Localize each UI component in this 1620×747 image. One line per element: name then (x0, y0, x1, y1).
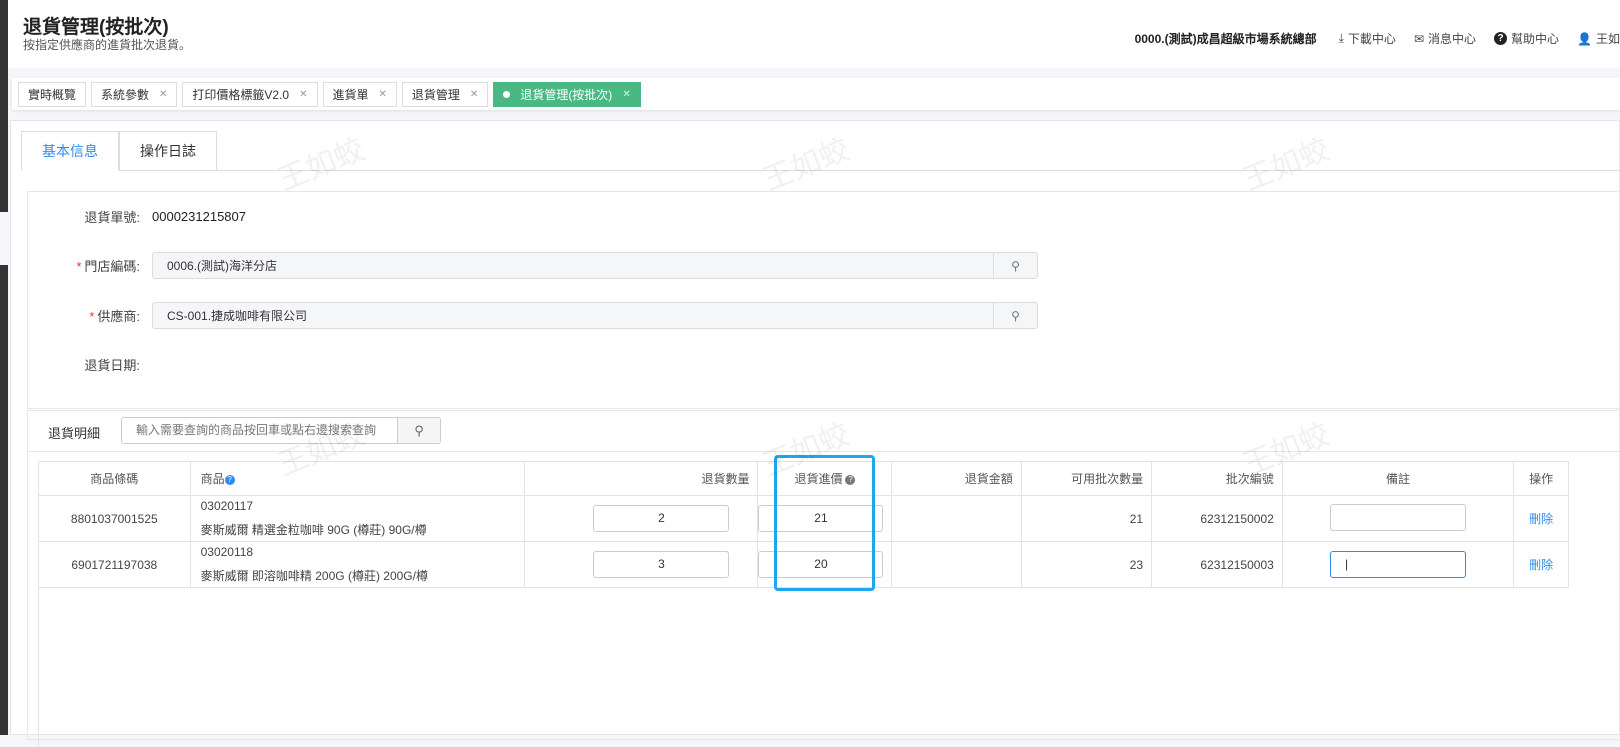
return-no-label: 退貨單號: (84, 209, 140, 225)
user-icon: 👤 (1577, 31, 1592, 46)
page-tab-print-labels[interactable]: 打印價格標籤V2.0 ✕ (182, 81, 318, 107)
page-tab-overview[interactable]: 實時概覽 (18, 81, 87, 107)
store-label: * 門店編碼: (76, 259, 140, 274)
tab-basic-info[interactable]: 基本信息 (21, 131, 119, 171)
help-icon: ? (224, 474, 235, 485)
download-center-link[interactable]: ⤓ 下載中心 (1339, 30, 1396, 47)
return-date-label: 退貨日期: (84, 358, 140, 373)
help-icon: ? (1494, 32, 1508, 45)
qty-input[interactable]: 3 (593, 551, 730, 578)
page-title: 退貨管理(按批次) (23, 17, 169, 38)
supplier-label: * 供應商: (89, 309, 140, 324)
delete-link[interactable]: 刪除 (1529, 558, 1553, 572)
close-icon[interactable]: ✕ (299, 89, 307, 100)
product-search[interactable]: 輸入需要查詢的商品按回車或點右邊搜索查詢 ⚲ (121, 417, 441, 444)
basic-info-form: 退貨單號: 0000231215807 * 門店編碼: 0006.(測試)海洋分店… (27, 191, 1620, 409)
active-dot-icon (503, 90, 511, 98)
user-menu[interactable]: 👤 王如 (1577, 30, 1620, 47)
close-icon[interactable]: ✕ (379, 89, 387, 100)
tab-operation-log[interactable]: 操作日誌 (119, 131, 217, 171)
col-action: 操作 (1513, 461, 1569, 496)
remark-input[interactable] (1330, 503, 1466, 531)
org-name: 0000.(測試)成昌超級市場系統總部 (1134, 32, 1317, 46)
delete-link[interactable]: 刪除 (1529, 512, 1553, 526)
supplier-field[interactable]: CS-001.捷成咖啡有限公司 ⚲ (152, 302, 1038, 329)
col-available: 可用批次數量 (1020, 461, 1153, 496)
col-qty: 退貨數量 (523, 461, 759, 496)
highlight-box (774, 455, 875, 591)
return-no-value: 0000231215807 (152, 208, 246, 224)
message-center-link[interactable]: ✉ 消息中心 (1414, 30, 1476, 47)
col-batch: 批次編號 (1151, 461, 1283, 496)
left-edge (0, 0, 8, 212)
product-search-input[interactable]: 輸入需要查詢的商品按回車或點右邊搜索查詢 (122, 418, 397, 443)
close-icon[interactable]: ✕ (159, 89, 167, 100)
page-tab-strip: 實時概覽 系統參數 ✕ 打印價格標籤V2.0 ✕ 進貨單 ✕ 退貨管理 ✕ 退貨管理(按… (12, 78, 1620, 110)
remark-input[interactable]: | (1330, 551, 1466, 578)
help-center-link[interactable]: ? 幫助中心 (1494, 30, 1559, 47)
col-product: 商品? (189, 461, 525, 496)
qty-input[interactable]: 2 (593, 505, 730, 532)
page-tab-system-params[interactable]: 系統參數 ✕ (91, 81, 178, 107)
search-icon[interactable]: ⚲ (993, 303, 1037, 328)
page-subtitle: 按指定供應商的進貨批次退貨。 (23, 38, 192, 52)
detail-title: 退貨明細 (48, 426, 101, 441)
col-amount: 退貨金額 (891, 461, 1022, 496)
search-icon[interactable]: ⚲ (993, 253, 1037, 278)
content-card: 基本信息 操作日誌 退貨單號: 0000231215807 * 門店編碼: 000… (10, 120, 1620, 747)
col-barcode: 商品條碼 (38, 461, 191, 496)
page-tab-returns-batch[interactable]: 退貨管理(按批次) ✕ (493, 81, 641, 107)
store-field[interactable]: 0006.(測試)海洋分店 ⚲ (152, 252, 1038, 279)
close-icon[interactable]: ✕ (622, 89, 630, 100)
search-button[interactable]: ⚲ (397, 418, 440, 443)
left-edge (0, 265, 8, 735)
close-icon[interactable]: ✕ (470, 89, 478, 100)
page-tab-returns[interactable]: 退貨管理 ✕ (401, 81, 489, 107)
page-tab-purchase-order[interactable]: 進貨單 ✕ (322, 81, 397, 107)
download-icon: ⤓ (1338, 31, 1344, 45)
mail-icon: ✉ (1413, 31, 1424, 46)
page-header: 退貨管理(按批次) 按指定供應商的進貨批次退貨。 0000.(測試)成昌超級市場… (8, 0, 1620, 68)
col-remark: 備註 (1281, 461, 1515, 496)
